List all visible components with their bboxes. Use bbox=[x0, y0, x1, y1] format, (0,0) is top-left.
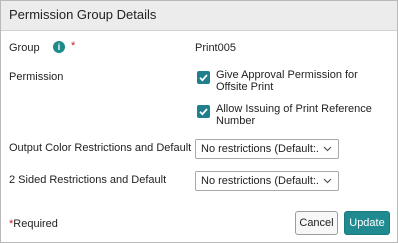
group-label: Group bbox=[9, 42, 40, 54]
dialog-header: Permission Group Details bbox=[1, 1, 397, 31]
cancel-button[interactable]: Cancel bbox=[295, 211, 338, 235]
chevron-down-icon bbox=[323, 178, 332, 184]
required-star: * bbox=[71, 40, 76, 52]
approval-permission-checkbox[interactable] bbox=[197, 71, 210, 84]
approval-permission-label[interactable]: Give Approval Permission for Offsite Pri… bbox=[216, 69, 392, 93]
two-sided-select[interactable]: No restrictions (Default:... bbox=[195, 171, 339, 191]
two-sided-label: 2 Sided Restrictions and Default bbox=[9, 174, 167, 186]
two-sided-selected-value: No restrictions (Default:... bbox=[201, 175, 319, 187]
output-color-label: Output Color Restrictions and Default bbox=[9, 142, 192, 154]
update-button[interactable]: Update bbox=[344, 211, 390, 235]
permission-label: Permission bbox=[9, 71, 64, 83]
output-color-select[interactable]: No restrictions (Default:... bbox=[195, 139, 339, 159]
output-color-selected-value: No restrictions (Default:... bbox=[201, 143, 319, 155]
dialog-title: Permission Group Details bbox=[9, 7, 157, 22]
required-note-text: Required bbox=[13, 218, 58, 230]
info-icon[interactable]: i bbox=[53, 41, 65, 53]
required-note: *Required bbox=[9, 218, 58, 230]
group-value: Print005 bbox=[195, 42, 236, 54]
permission-group-dialog: Permission Group Details Group i * Print… bbox=[0, 0, 398, 243]
chevron-down-icon bbox=[323, 146, 332, 152]
reference-number-label[interactable]: Allow Issuing of Print Reference Number bbox=[216, 103, 392, 127]
checkmark-icon bbox=[199, 108, 208, 116]
reference-number-checkbox[interactable] bbox=[197, 105, 210, 118]
checkmark-icon bbox=[199, 74, 208, 82]
